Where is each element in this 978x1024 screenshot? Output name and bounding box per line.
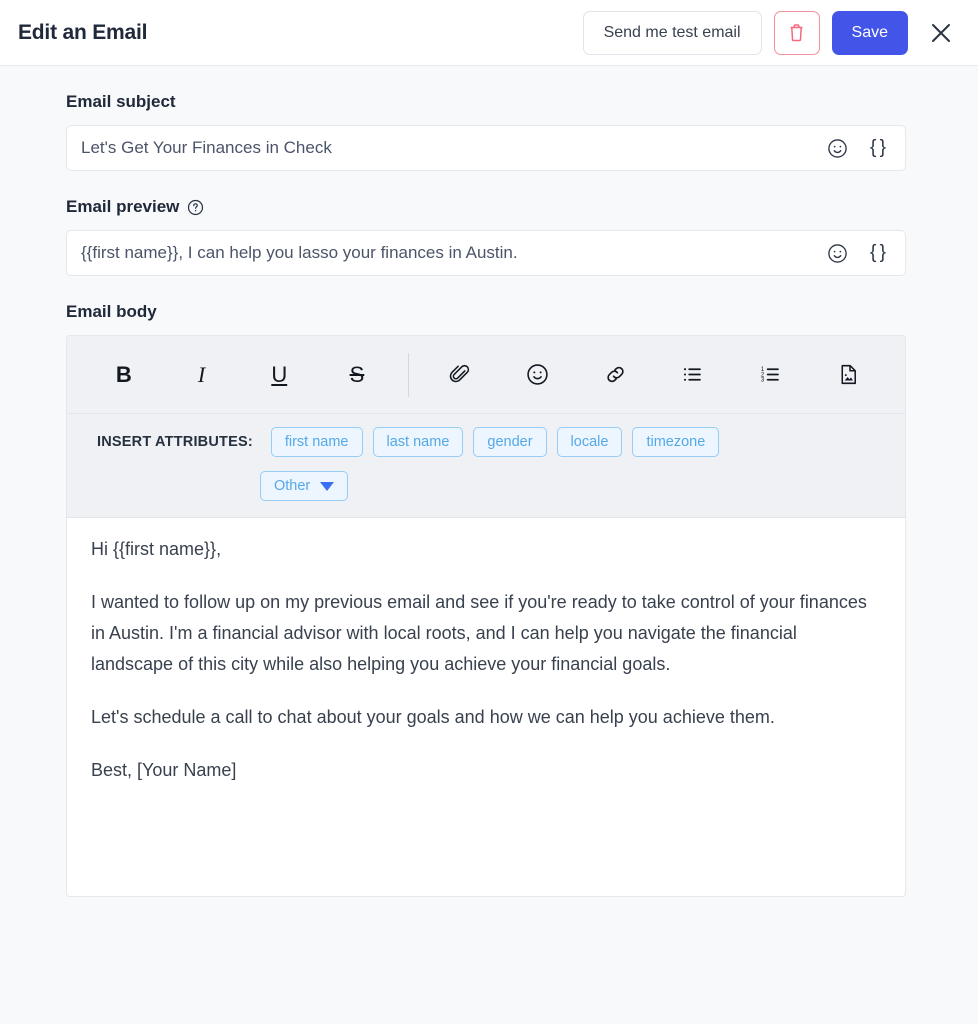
attribute-chip-first-name[interactable]: first name — [270, 427, 363, 457]
toolbar-divider — [407, 352, 409, 397]
chevron-down-icon — [320, 481, 335, 491]
numbered-list-icon[interactable]: 1 2 3 — [732, 353, 810, 397]
attribute-chip-other-dropdown[interactable]: Other — [260, 471, 349, 501]
header-actions: Send me test email Save — [582, 10, 960, 55]
page-title: Edit an Email — [18, 20, 148, 44]
email-subject-field-group: Email subject Let's Get Your Finances in… — [66, 92, 906, 171]
email-subject-input[interactable]: Let's Get Your Finances in Check { } — [66, 125, 906, 171]
underline-icon[interactable]: U — [240, 353, 318, 397]
italic-icon[interactable]: I — [163, 353, 241, 397]
insert-attributes-row: INSERT ATTRIBUTES: first name last name … — [97, 427, 887, 501]
email-body-field-group: Email body B I U S 1 2 3 INSERT ATTRIBUT… — [66, 302, 906, 897]
email-body-paragraph: Best, [Your Name] — [91, 759, 237, 780]
email-subject-value: Let's Get Your Finances in Check — [81, 138, 332, 157]
email-body-paragraph: Hi {{first name}}, — [91, 539, 222, 559]
email-body-paragraph: I wanted to follow up on my previous ema… — [91, 591, 867, 674]
attribute-chip-other-label: Other — [274, 478, 311, 494]
bold-icon[interactable]: B — [85, 353, 163, 397]
strikethrough-icon[interactable]: S — [318, 353, 396, 397]
emoji-icon[interactable] — [499, 353, 577, 397]
email-preview-field-group: Email preview {{first name}}, I can help… — [66, 197, 906, 276]
save-button[interactable]: Save — [831, 10, 908, 55]
insert-attributes-bar: INSERT ATTRIBUTES: first name last name … — [67, 414, 905, 518]
emoji-icon[interactable] — [827, 243, 848, 264]
email-preview-value: {{first name}}, I can help you lasso you… — [81, 243, 518, 262]
attribute-chip-timezone[interactable]: timezone — [632, 427, 720, 457]
email-subject-input-icons: { } — [827, 137, 891, 159]
attribute-other-wrapper: Other — [97, 471, 887, 501]
email-preview-label: Email preview — [66, 197, 906, 217]
close-button[interactable] — [922, 14, 960, 52]
email-subject-label: Email subject — [66, 92, 176, 111]
editor-toolbar: B I U S 1 2 3 — [67, 336, 905, 414]
attribute-chip-last-name[interactable]: last name — [372, 427, 464, 457]
email-editor-form: Email subject Let's Get Your Finances in… — [0, 66, 978, 897]
emoji-icon[interactable] — [827, 138, 848, 159]
attachment-icon[interactable] — [421, 353, 499, 397]
attribute-chip-locale[interactable]: locale — [556, 427, 623, 457]
help-circle-icon[interactable] — [187, 199, 204, 216]
merge-tag-icon[interactable]: { } — [870, 137, 886, 159]
delete-email-button[interactable] — [773, 10, 820, 55]
link-icon[interactable] — [576, 353, 654, 397]
attribute-chip-gender[interactable]: gender — [473, 427, 547, 457]
insert-attributes-label: INSERT ATTRIBUTES: — [97, 434, 253, 450]
bulleted-list-icon[interactable] — [654, 353, 732, 397]
rich-text-editor: B I U S 1 2 3 INSERT ATTRIBUTES: first n… — [66, 335, 906, 897]
email-preview-input[interactable]: {{first name}}, I can help you lasso you… — [66, 230, 906, 276]
close-icon — [930, 22, 952, 44]
send-test-email-button[interactable]: Send me test email — [582, 10, 762, 55]
email-preview-input-icons: { } — [827, 242, 891, 264]
merge-tag-icon[interactable]: { } — [870, 242, 886, 264]
email-body-label: Email body — [66, 302, 157, 321]
app-header: Edit an Email Send me test email Save — [0, 0, 978, 66]
email-body-paragraph: Let's schedule a call to chat about your… — [91, 706, 775, 727]
svg-text:3: 3 — [761, 378, 765, 384]
trash-icon — [788, 23, 805, 42]
insert-image-icon[interactable] — [809, 353, 887, 397]
email-body-textarea[interactable]: Hi {{first name}}, I wanted to follow up… — [67, 518, 905, 896]
